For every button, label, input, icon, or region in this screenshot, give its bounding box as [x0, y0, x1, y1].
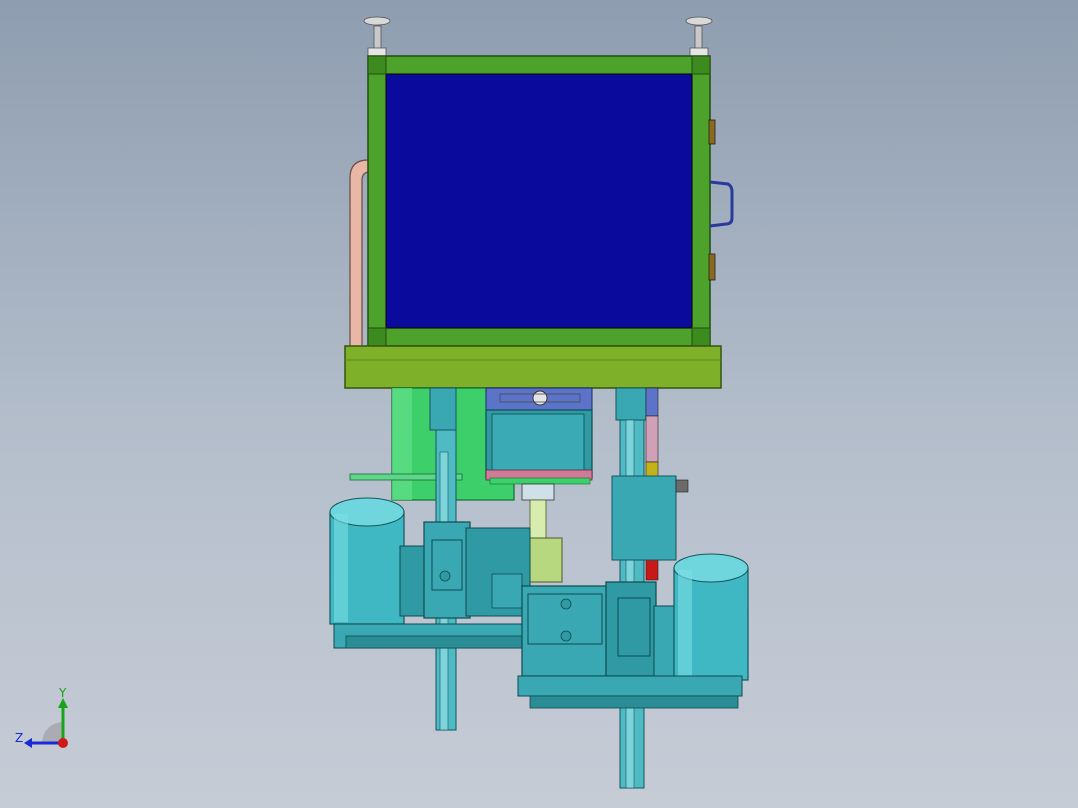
y-axis-label: Y [58, 686, 67, 700]
left-gearbox[interactable] [399, 521, 531, 619]
cad-assembly-model[interactable] [0, 0, 1078, 808]
left-motor[interactable] [329, 497, 405, 625]
right-gearbox[interactable] [521, 581, 679, 677]
side-pipe[interactable] [349, 159, 371, 351]
main-frame[interactable] [367, 55, 711, 347]
center-actuator[interactable] [485, 387, 593, 485]
orientation-triad: Y Z [15, 686, 68, 748]
right-motor[interactable] [673, 553, 749, 681]
lifting-bolt-right[interactable] [685, 16, 713, 57]
left-motor-base[interactable] [333, 623, 531, 649]
door-handle[interactable] [709, 180, 734, 228]
control-box[interactable] [611, 475, 689, 561]
z-axis-arrowhead [24, 738, 32, 748]
x-axis-dot [58, 738, 68, 748]
lifting-bolt-left[interactable] [363, 16, 391, 57]
base-plate[interactable] [344, 345, 722, 389]
z-axis-label: Z [15, 731, 23, 745]
right-motor-base[interactable] [517, 675, 743, 709]
cad-viewport[interactable]: Y Z [0, 0, 1078, 808]
